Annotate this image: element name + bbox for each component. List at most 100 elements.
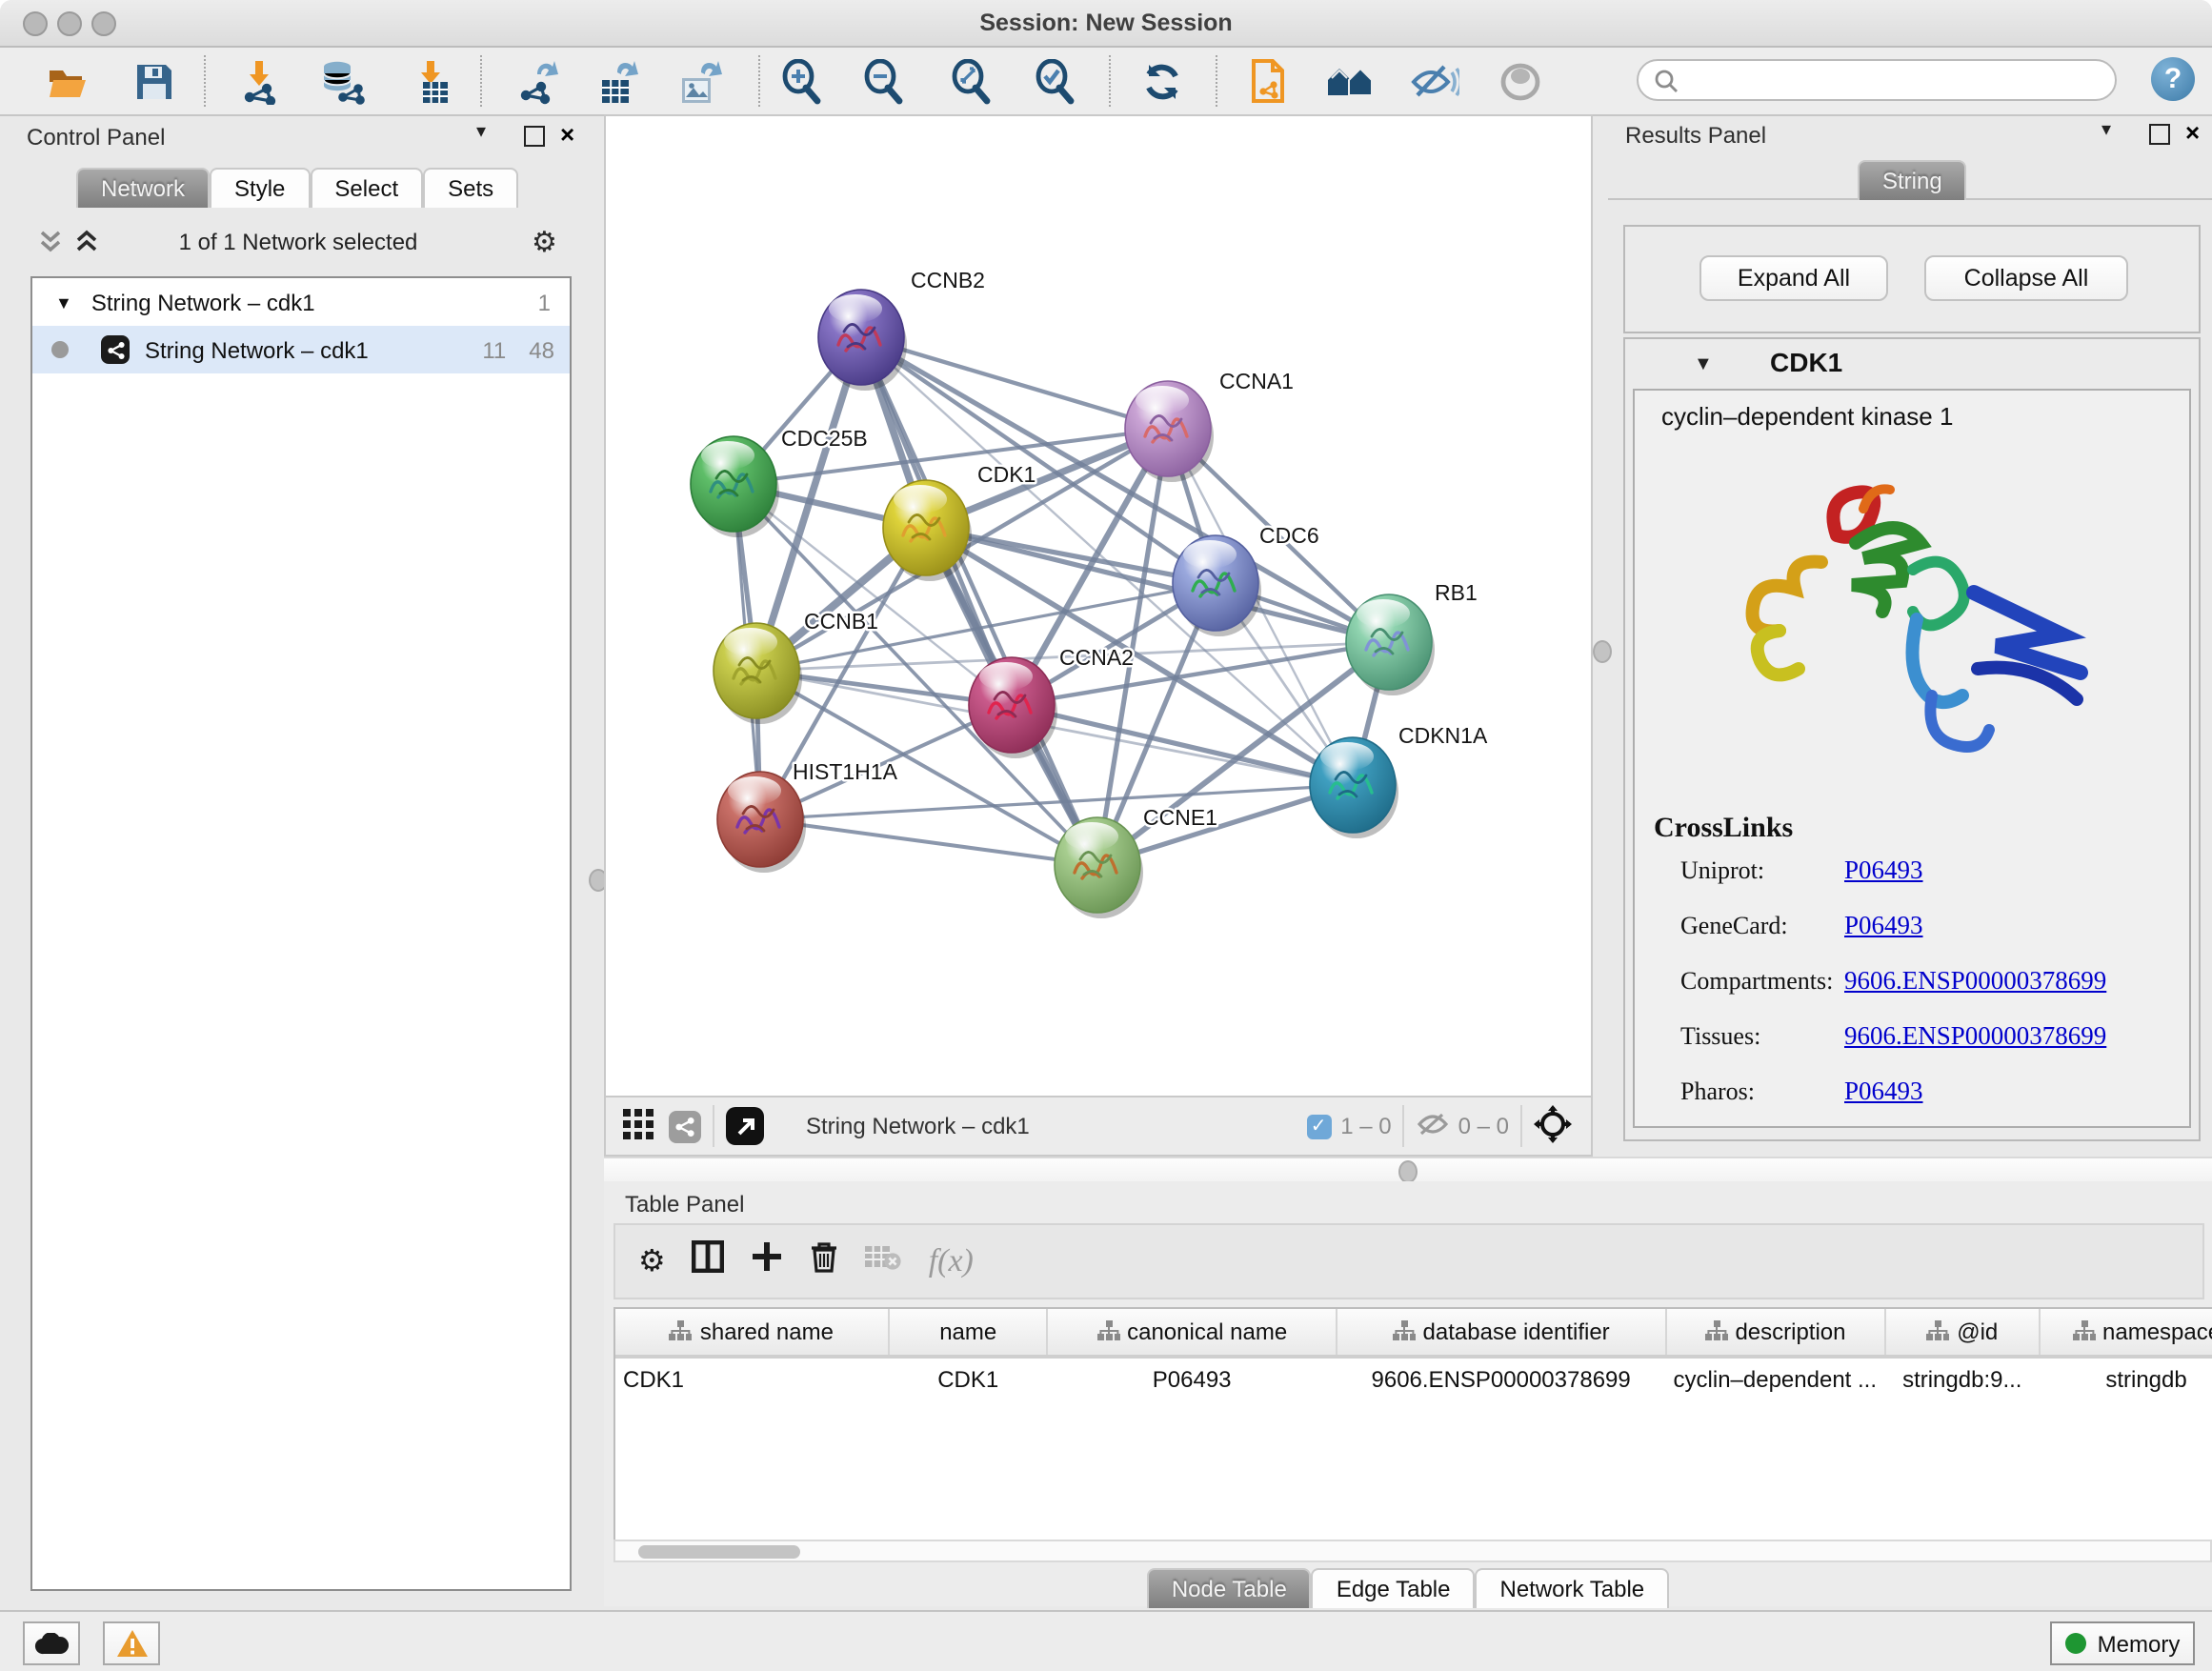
export-network-icon[interactable] <box>513 57 562 107</box>
left-splitter[interactable] <box>591 116 604 1606</box>
node-label: CDC25B <box>781 426 868 451</box>
table-cell[interactable]: 9606.ENSP00000378699 <box>1337 1357 1666 1399</box>
memory-label: Memory <box>2098 1630 2181 1657</box>
crosslink-value-link[interactable]: P06493 <box>1844 911 1923 941</box>
zoom-in-icon[interactable] <box>777 57 827 107</box>
network-edge[interactable] <box>861 337 1097 865</box>
network-node-ccna2[interactable]: CCNA2 <box>969 645 1134 758</box>
help-button[interactable]: ? <box>2151 57 2195 101</box>
collapse-all-button[interactable]: Collapse All <box>1924 255 2128 301</box>
crosslink-label: GeneCard: <box>1680 911 1844 941</box>
expander-icon[interactable]: ▼ <box>55 292 72 312</box>
network-node-ccne1[interactable]: CCNE1 <box>1055 805 1217 918</box>
tab-string[interactable]: String <box>1858 160 1967 200</box>
function-builder-icon[interactable]: f(x) <box>929 1242 974 1280</box>
node-count: 11 <box>482 336 506 363</box>
delete-column-icon[interactable] <box>811 1240 839 1282</box>
column-header-description[interactable]: description <box>1666 1309 1885 1357</box>
tab-sets[interactable]: Sets <box>423 168 518 208</box>
gear-icon[interactable]: ⚙ <box>532 225 557 259</box>
divider <box>1403 1105 1405 1147</box>
delete-table-icon[interactable] <box>866 1243 902 1279</box>
network-tree-row[interactable]: ▼String Network – cdk11 <box>32 278 570 326</box>
network-edge[interactable] <box>861 337 1168 429</box>
cloud-button[interactable] <box>23 1621 80 1665</box>
results-panel-close-icon[interactable]: × <box>2185 118 2200 147</box>
network-share-icon[interactable] <box>669 1110 701 1142</box>
control-panel-menu-icon[interactable]: ▾ <box>476 122 486 143</box>
table-cell[interactable]: P06493 <box>1048 1357 1337 1399</box>
network-canvas[interactable]: CCNB2CCNA1CDC25BCDK1CDC6RB1CCNB1CCNA2CDK… <box>606 116 1591 1097</box>
table-cell[interactable]: cyclin–dependent ... <box>1666 1357 1885 1399</box>
tab-network-table[interactable]: Network Table <box>1476 1568 1670 1608</box>
grid-view-icon[interactable] <box>623 1108 654 1144</box>
export-table-icon[interactable] <box>593 57 642 107</box>
show-all-icon[interactable] <box>1496 57 1545 107</box>
column-header-namespace[interactable]: namespace <box>2040 1309 2212 1357</box>
warning-button[interactable] <box>103 1621 160 1665</box>
expand-all-button[interactable]: Expand All <box>1699 255 1888 301</box>
table-cell[interactable]: CDK1 <box>889 1357 1048 1399</box>
search-field[interactable] <box>1637 59 2117 101</box>
annotation-document-icon[interactable] <box>1244 57 1294 107</box>
crosslink-value-link[interactable]: P06493 <box>1844 1077 1923 1107</box>
tab-node-table[interactable]: Node Table <box>1147 1568 1312 1608</box>
section-collapse-icon[interactable]: ▼ <box>1694 354 1713 375</box>
hide-selected-icon[interactable] <box>1410 57 1459 107</box>
zoom-fit-icon[interactable] <box>947 57 996 107</box>
table-horizontal-scrollbar[interactable] <box>613 1540 2212 1562</box>
control-panel-float-icon[interactable] <box>524 126 545 147</box>
import-table-icon[interactable] <box>408 57 457 107</box>
network-edge[interactable] <box>760 819 1097 865</box>
zoom-out-icon[interactable] <box>859 57 909 107</box>
apply-layout-icon[interactable] <box>1137 57 1187 107</box>
export-image-icon[interactable] <box>674 57 724 107</box>
tab-select[interactable]: Select <box>310 168 423 208</box>
zoom-selected-icon[interactable] <box>1031 57 1080 107</box>
network-node-ccna1[interactable]: CCNA1 <box>1125 369 1294 482</box>
splitter-handle[interactable] <box>1398 1160 1418 1183</box>
open-in-window-icon[interactable] <box>726 1107 764 1145</box>
selected-checkbox-icon[interactable]: ✓ <box>1306 1114 1331 1138</box>
crosslink-label: Compartments: <box>1680 966 1844 997</box>
table-cell[interactable]: stringdb:9... <box>1884 1357 2040 1399</box>
tab-edge-table[interactable]: Edge Table <box>1312 1568 1476 1608</box>
import-network-database-icon[interactable] <box>318 57 368 107</box>
save-session-icon[interactable] <box>130 57 179 107</box>
results-panel-float-icon[interactable] <box>2149 124 2170 145</box>
divider <box>1520 1105 1522 1147</box>
memory-button[interactable]: Memory <box>2050 1621 2195 1665</box>
network-node-rb1[interactable]: RB1 <box>1346 580 1478 695</box>
tab-style[interactable]: Style <box>210 168 310 208</box>
network-edge[interactable] <box>1012 705 1353 785</box>
crosslink-value-link[interactable]: 9606.ENSP00000378699 <box>1844 966 2106 997</box>
split-columns-icon[interactable] <box>693 1240 725 1282</box>
network-tree-row[interactable]: String Network – cdk11148 <box>32 326 570 373</box>
column-header-canonical-name[interactable]: canonical name <box>1048 1309 1337 1357</box>
table-gear-icon[interactable]: ⚙ <box>638 1242 666 1280</box>
table-cell[interactable]: stringdb <box>2040 1357 2212 1399</box>
control-panel-close-icon[interactable]: × <box>560 120 574 149</box>
node-label: CCNA2 <box>1059 645 1134 670</box>
column-header-database-identifier[interactable]: database identifier <box>1337 1309 1666 1357</box>
table-row[interactable]: CDK1CDK1P064939606.ENSP00000378699cyclin… <box>615 1357 2212 1399</box>
column-header-name[interactable]: name <box>889 1309 1048 1357</box>
open-session-icon[interactable] <box>44 57 93 107</box>
network-node-ccnb2[interactable]: CCNB2 <box>818 268 985 391</box>
column-header-shared-name[interactable]: shared name <box>615 1309 889 1357</box>
results-panel-menu-icon[interactable]: ▾ <box>2101 120 2111 141</box>
table-cell[interactable]: CDK1 <box>615 1357 889 1399</box>
network-node-cdkn1a[interactable]: CDKN1A <box>1310 723 1488 838</box>
gene-section: ▼ CDK1 cyclin–dependent kinase 1 <box>1623 337 2201 1141</box>
add-column-icon[interactable] <box>752 1240 784 1282</box>
crosslink-value-link[interactable]: 9606.ENSP00000378699 <box>1844 1021 2106 1052</box>
import-network-file-icon[interactable] <box>236 57 286 107</box>
crosslink-value-link[interactable]: P06493 <box>1844 856 1923 886</box>
tab-network[interactable]: Network <box>76 168 210 208</box>
column-header--id[interactable]: @id <box>1884 1309 2040 1357</box>
node-table: shared namenamecanonical namedatabase id… <box>613 1307 2212 1543</box>
scrollbar-thumb[interactable] <box>638 1545 800 1559</box>
first-neighbors-icon[interactable] <box>1326 57 1376 107</box>
search-input[interactable] <box>1679 67 2067 93</box>
birdseye-icon[interactable] <box>1534 1104 1572 1148</box>
